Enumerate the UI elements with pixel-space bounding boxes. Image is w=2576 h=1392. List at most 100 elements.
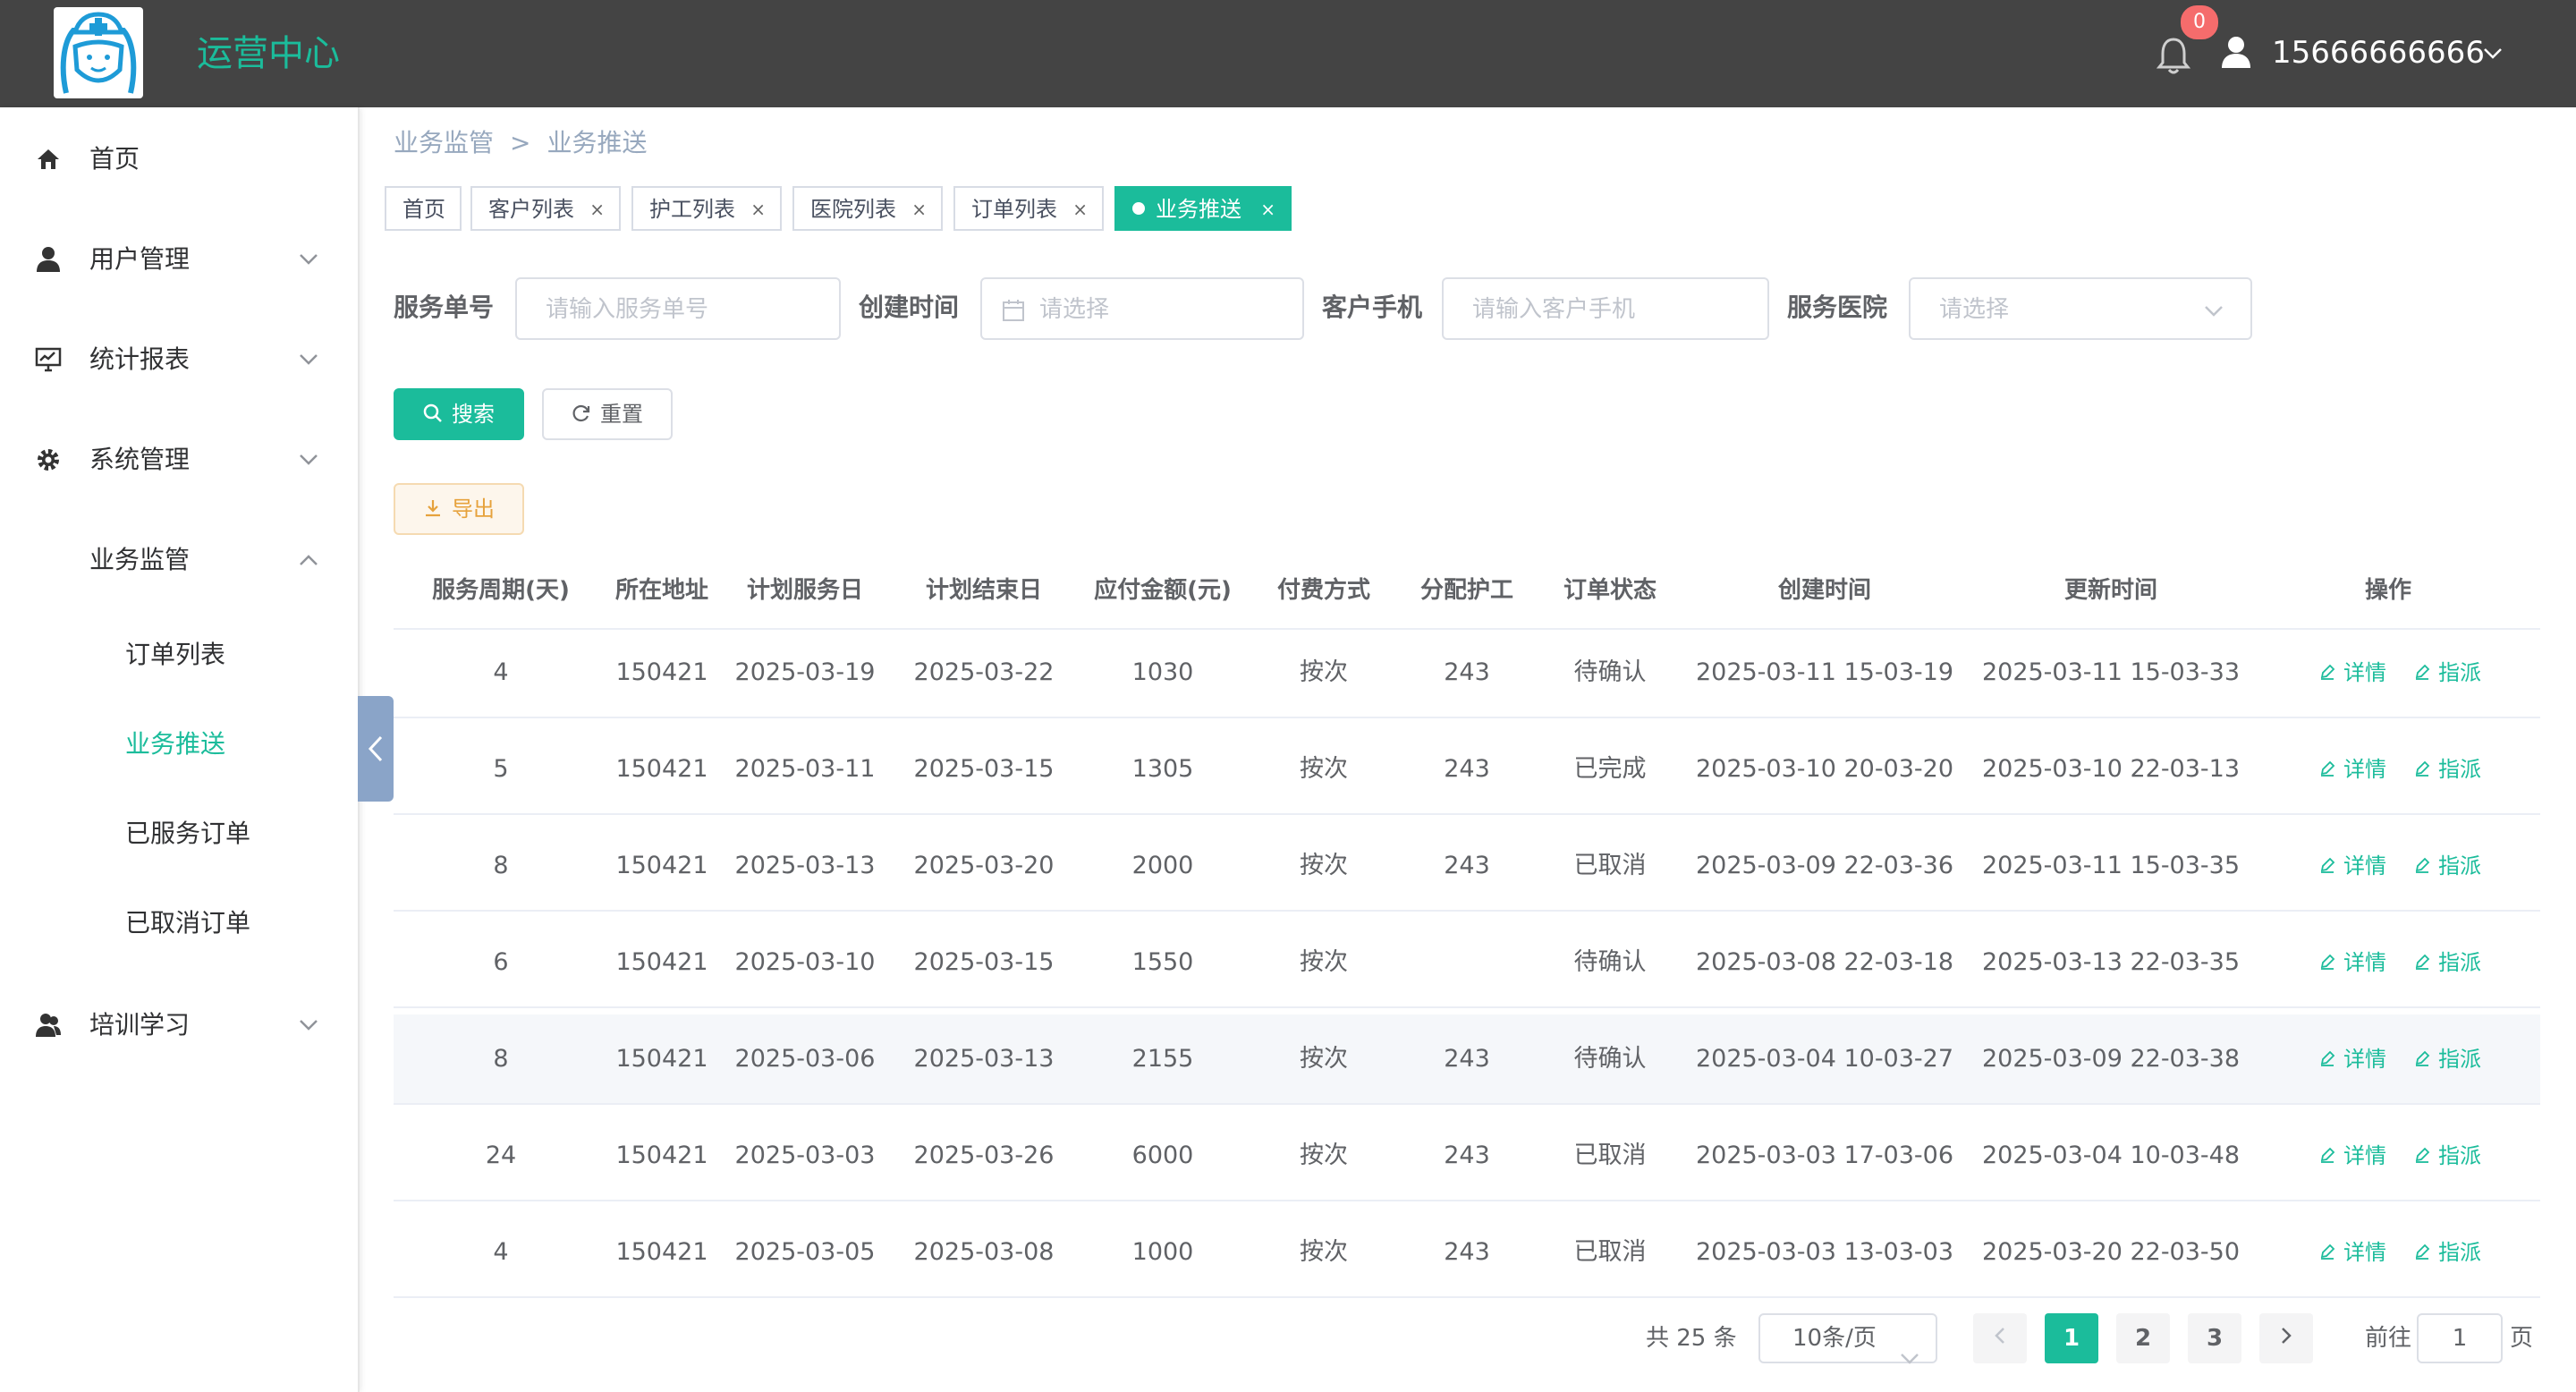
cell-created-at: 2025-03-10 20-03-20 <box>1695 755 1954 783</box>
column-header: 所在地址 <box>614 577 708 604</box>
chevron-down-icon[interactable] <box>2483 47 2503 59</box>
detail-label: 详情 <box>2343 1143 2386 1168</box>
tag-business-push[interactable]: 业务推送 × <box>1114 186 1292 231</box>
close-icon[interactable]: × <box>911 188 927 231</box>
sidebar-collapse-button[interactable] <box>358 696 394 802</box>
edit-icon <box>2413 1047 2438 1072</box>
user-icon <box>34 245 63 274</box>
edit-icon <box>2413 950 2438 975</box>
sidebar-item-training[interactable]: 培训学习 <box>0 975 358 1075</box>
assign-link[interactable]: 指派 <box>2413 848 2481 884</box>
close-icon[interactable]: × <box>1260 188 1275 231</box>
cell-service-days: 5 <box>493 755 509 783</box>
assign-label: 指派 <box>2438 950 2481 975</box>
detail-link[interactable]: 详情 <box>2318 1235 2386 1270</box>
sidebar-subitem-served-orders[interactable]: 已服务订单 <box>0 789 358 878</box>
breadcrumb-current: 业务推送 <box>547 128 648 157</box>
create-time-picker[interactable]: 请选择 <box>980 277 1304 340</box>
close-icon[interactable]: × <box>1072 188 1088 231</box>
assign-link[interactable]: 指派 <box>2413 1138 2481 1174</box>
cell-plan-end: 2025-03-26 <box>913 1142 1055 1169</box>
assign-link[interactable]: 指派 <box>2413 1235 2481 1270</box>
column-header: 操作 <box>2364 577 2411 604</box>
cell-amount: 2155 <box>1131 1045 1194 1073</box>
sidebar-item-user-management[interactable]: 用户管理 <box>0 209 358 310</box>
tag-hospital-list[interactable]: 医院列表 × <box>792 186 943 231</box>
detail-link[interactable]: 详情 <box>2318 945 2386 980</box>
sidebar-subitem-business-push[interactable]: 业务推送 <box>0 700 358 789</box>
goto-page-input[interactable]: 1 <box>2417 1313 2503 1363</box>
edit-icon <box>2318 1143 2343 1168</box>
prev-page-button[interactable] <box>1973 1313 2027 1363</box>
cell-plan-end: 2025-03-20 <box>913 852 1055 879</box>
export-button-label: 导出 <box>452 497 495 522</box>
chevron-right-icon <box>2282 1328 2292 1344</box>
tag-label: 订单列表 <box>971 197 1057 222</box>
cell-created-at: 2025-03-03 13-03-03 <box>1695 1238 1954 1266</box>
tag-caregiver-list[interactable]: 护工列表 × <box>631 186 782 231</box>
detail-link[interactable]: 详情 <box>2318 1041 2386 1077</box>
cell-plan-start: 2025-03-11 <box>734 755 876 783</box>
chevron-down-icon <box>299 352 318 365</box>
assign-label: 指派 <box>2438 660 2481 685</box>
cell-payment-method: 按次 <box>1300 658 1348 686</box>
close-icon[interactable]: × <box>750 188 766 231</box>
hospital-select[interactable]: 请选择 <box>1909 277 2252 340</box>
cell-service-days: 8 <box>493 852 509 879</box>
chevron-down-icon <box>2204 304 2224 317</box>
search-button[interactable]: 搜索 <box>394 388 524 440</box>
cell-address: 150421 <box>615 852 708 879</box>
assign-link[interactable]: 指派 <box>2413 945 2481 980</box>
breadcrumb: 业务监管 > 业务推送 <box>394 125 648 161</box>
edit-icon <box>2318 757 2343 782</box>
cell-plan-end: 2025-03-08 <box>913 1238 1055 1266</box>
assign-label: 指派 <box>2438 1240 2481 1265</box>
page-button-1[interactable]: 1 <box>2045 1313 2098 1363</box>
tag-home[interactable]: 首页 <box>385 186 462 231</box>
home-icon <box>34 145 63 174</box>
next-page-button[interactable] <box>2259 1313 2313 1363</box>
assign-link[interactable]: 指派 <box>2413 751 2481 787</box>
bell-icon[interactable] <box>2156 36 2191 75</box>
user-phone[interactable]: 15666666666 <box>2272 32 2485 73</box>
order-no-input[interactable]: 请输入服务单号 <box>515 277 841 340</box>
column-header: 应付金额(元) <box>1094 577 1232 604</box>
sidebar-subitem-order-list[interactable]: 订单列表 <box>0 610 358 700</box>
table-header: 服务周期(天) 所在地址 计划服务日 计划结束日 应付金额(元) 付费方式 分配… <box>394 553 2540 630</box>
column-header: 创建时间 <box>1777 577 1871 604</box>
sidebar-item-system-management[interactable]: 系统管理 <box>0 410 358 510</box>
cell-plan-end: 2025-03-15 <box>913 755 1055 783</box>
assign-label: 指派 <box>2438 853 2481 878</box>
reset-button[interactable]: 重置 <box>542 388 673 440</box>
chevron-down-icon <box>299 252 318 265</box>
sidebar-subitem-cancelled-orders[interactable]: 已取消订单 <box>0 878 358 968</box>
edit-icon <box>2318 950 2343 975</box>
close-icon[interactable]: × <box>589 188 605 231</box>
detail-link[interactable]: 详情 <box>2318 751 2386 787</box>
page-size-select[interactable]: 10条/页 <box>1758 1313 1937 1364</box>
page-button-2[interactable]: 2 <box>2116 1313 2170 1363</box>
cell-amount: 1000 <box>1131 1238 1194 1266</box>
cell-status: 已完成 <box>1573 755 1647 783</box>
detail-link[interactable]: 详情 <box>2318 848 2386 884</box>
cell-payment-method: 按次 <box>1300 1045 1348 1073</box>
tag-order-list[interactable]: 订单列表 × <box>953 186 1104 231</box>
sidebar-item-business-supervision[interactable]: 业务监管 <box>0 510 358 610</box>
customer-phone-input[interactable]: 请输入客户手机 <box>1442 277 1769 340</box>
cell-address: 150421 <box>615 948 708 976</box>
detail-link[interactable]: 详情 <box>2318 655 2386 691</box>
sidebar-item-statistics[interactable]: 统计报表 <box>0 310 358 410</box>
assign-link[interactable]: 指派 <box>2413 655 2481 691</box>
breadcrumb-parent[interactable]: 业务监管 <box>394 125 494 161</box>
tag-customer-list[interactable]: 客户列表 × <box>470 186 621 231</box>
export-button[interactable]: 导出 <box>394 483 524 535</box>
column-header: 分配护工 <box>1419 577 1513 604</box>
detail-label: 详情 <box>2343 1047 2386 1072</box>
detail-link[interactable]: 详情 <box>2318 1138 2386 1174</box>
sidebar-item-label: 统计报表 <box>89 344 191 374</box>
sidebar-item-home[interactable]: 首页 <box>0 109 358 209</box>
assign-link[interactable]: 指派 <box>2413 1041 2481 1077</box>
page-button-3[interactable]: 3 <box>2188 1313 2241 1363</box>
cell-address: 150421 <box>615 1142 708 1169</box>
order-no-placeholder: 请输入服务单号 <box>546 296 709 323</box>
